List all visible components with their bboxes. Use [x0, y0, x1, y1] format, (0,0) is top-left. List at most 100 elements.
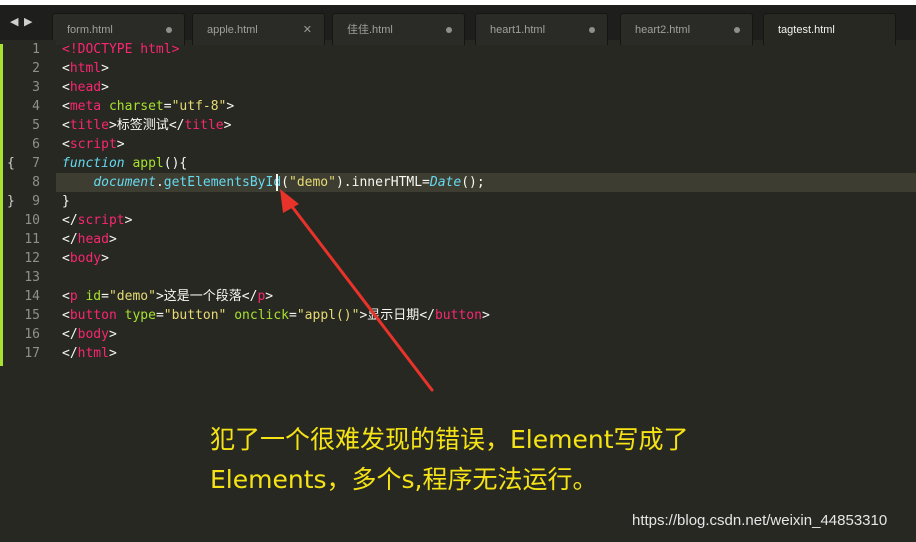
tab-scroll-right-icon[interactable]: ▶ — [24, 15, 32, 28]
tag: title — [69, 118, 109, 133]
tag: title — [184, 118, 224, 133]
bracket: < — [62, 118, 70, 133]
tag: button — [69, 308, 117, 323]
fold-close-icon[interactable]: } — [7, 192, 15, 211]
line-number: 11 — [24, 232, 40, 247]
tab-apple-html[interactable]: apple.html ✕ — [192, 13, 325, 45]
bracket: </ — [62, 213, 78, 228]
line-number: 8 — [32, 175, 40, 190]
bracket: </ — [62, 327, 78, 342]
attribute: onclick — [226, 308, 290, 323]
line-number: 16 — [24, 327, 40, 342]
tab-label: 佳佳.html — [347, 24, 393, 36]
punctuation: (){ — [163, 156, 188, 171]
attribute: id — [77, 289, 102, 304]
annotation-line-1: 犯了一个很难发现的错误，Element写成了 — [210, 425, 689, 454]
line-number: 17 — [24, 346, 40, 361]
bracket: </ — [168, 118, 185, 133]
line-number: 1 — [32, 42, 40, 57]
line-number: 13 — [24, 270, 40, 285]
punctuation: (); — [461, 175, 485, 190]
annotation-line-2: Elements，多个s,程序无法运行。 — [210, 465, 598, 494]
equals: = — [101, 289, 109, 304]
bracket: > — [223, 118, 232, 133]
function-name: appl — [132, 156, 164, 171]
tag: head — [69, 80, 102, 95]
equals: = — [155, 308, 164, 323]
code-line-10[interactable]: </script> — [62, 211, 132, 230]
watermark: https://blog.csdn.net/weixin_44853310 — [632, 512, 888, 529]
line-number: 14 — [24, 289, 40, 304]
arrow-head — [280, 189, 299, 213]
punctuation: . — [155, 175, 164, 190]
unsaved-dot-icon[interactable] — [446, 27, 452, 33]
bracket: > — [124, 213, 133, 228]
bracket: </ — [62, 232, 78, 247]
tab-tagtest-html[interactable]: tagtest.html — [763, 13, 896, 45]
code-line-9[interactable]: } — [62, 192, 70, 211]
bracket: > — [101, 251, 109, 266]
code-line-1[interactable]: <!DOCTYPE html> — [62, 40, 179, 59]
code-line-3[interactable]: <head> — [62, 78, 109, 97]
punctuation: } — [62, 194, 70, 209]
code-line-16[interactable]: </body> — [62, 325, 117, 344]
string: "utf-8" — [171, 99, 227, 114]
code-line-5[interactable]: <title>标签测试</title> — [62, 116, 231, 135]
tag: script — [77, 213, 125, 228]
tab-heart2-html[interactable]: heart2.html — [620, 13, 753, 45]
bracket: > — [101, 80, 109, 95]
code-line-17[interactable]: </html> — [62, 344, 117, 363]
tag: meta — [69, 99, 102, 114]
bracket: < — [62, 251, 70, 266]
code-line-2[interactable]: <html> — [62, 59, 109, 78]
tab-label: tagtest.html — [778, 24, 835, 36]
string: "demo" — [289, 175, 336, 190]
unsaved-dot-icon[interactable] — [734, 27, 740, 33]
tag: html — [69, 61, 102, 76]
tag: p — [69, 289, 78, 304]
method: getElementsById — [163, 175, 282, 190]
attribute: type — [116, 308, 156, 323]
object: document — [93, 175, 156, 190]
punctuation: ).innerHTML= — [335, 175, 430, 190]
line-number: 15 — [24, 308, 40, 323]
code-line-7[interactable]: function appl(){ — [62, 154, 187, 173]
code-line-8[interactable]: document.getElementsById("demo").innerHT… — [62, 173, 485, 192]
tag: head — [77, 232, 109, 247]
bracket: > — [481, 308, 490, 323]
tag: html — [77, 346, 109, 361]
equals: = — [289, 308, 297, 323]
bracket: </ — [62, 346, 78, 361]
doctype: <!DOCTYPE html> — [62, 42, 180, 57]
string: "appl()" — [296, 308, 360, 323]
text-caret — [276, 174, 278, 191]
tab-scroll-left-icon[interactable]: ◀ — [10, 15, 18, 28]
tag: button — [434, 308, 482, 323]
code-line-12[interactable]: <body> — [62, 249, 109, 268]
fold-open-icon[interactable]: { — [7, 154, 15, 173]
code-line-14[interactable]: <p id="demo">这是一个段落</p> — [62, 287, 273, 306]
code-line-11[interactable]: </head> — [62, 230, 117, 249]
tab-label: heart2.html — [635, 24, 691, 36]
bracket: > — [108, 327, 117, 342]
unsaved-dot-icon[interactable] — [589, 27, 595, 33]
tab-label: form.html — [67, 24, 113, 36]
line-number: 6 — [32, 137, 40, 152]
code-line-15[interactable]: <button type="button" onclick="appl()">显… — [62, 306, 490, 325]
code-line-4[interactable]: <meta charset="utf-8"> — [62, 97, 234, 116]
tab-jiajia-html[interactable]: 佳佳.html — [332, 13, 465, 45]
tab-bar: ◀ ▶ form.html apple.html ✕ 佳佳.html heart… — [0, 5, 916, 45]
code-line-6[interactable]: <script> — [62, 135, 125, 154]
bracket: > — [108, 346, 117, 361]
title-text: 标签测试 — [116, 118, 169, 133]
unsaved-dot-icon[interactable] — [166, 27, 172, 33]
bracket: < — [62, 80, 70, 95]
tab-heart1-html[interactable]: heart1.html — [475, 13, 608, 45]
bracket: </ — [419, 308, 435, 323]
line-number: 9 — [32, 194, 40, 209]
bracket: > — [108, 232, 117, 247]
close-icon[interactable]: ✕ — [303, 14, 312, 46]
bracket: > — [108, 118, 117, 133]
tab-label: apple.html — [207, 24, 258, 36]
